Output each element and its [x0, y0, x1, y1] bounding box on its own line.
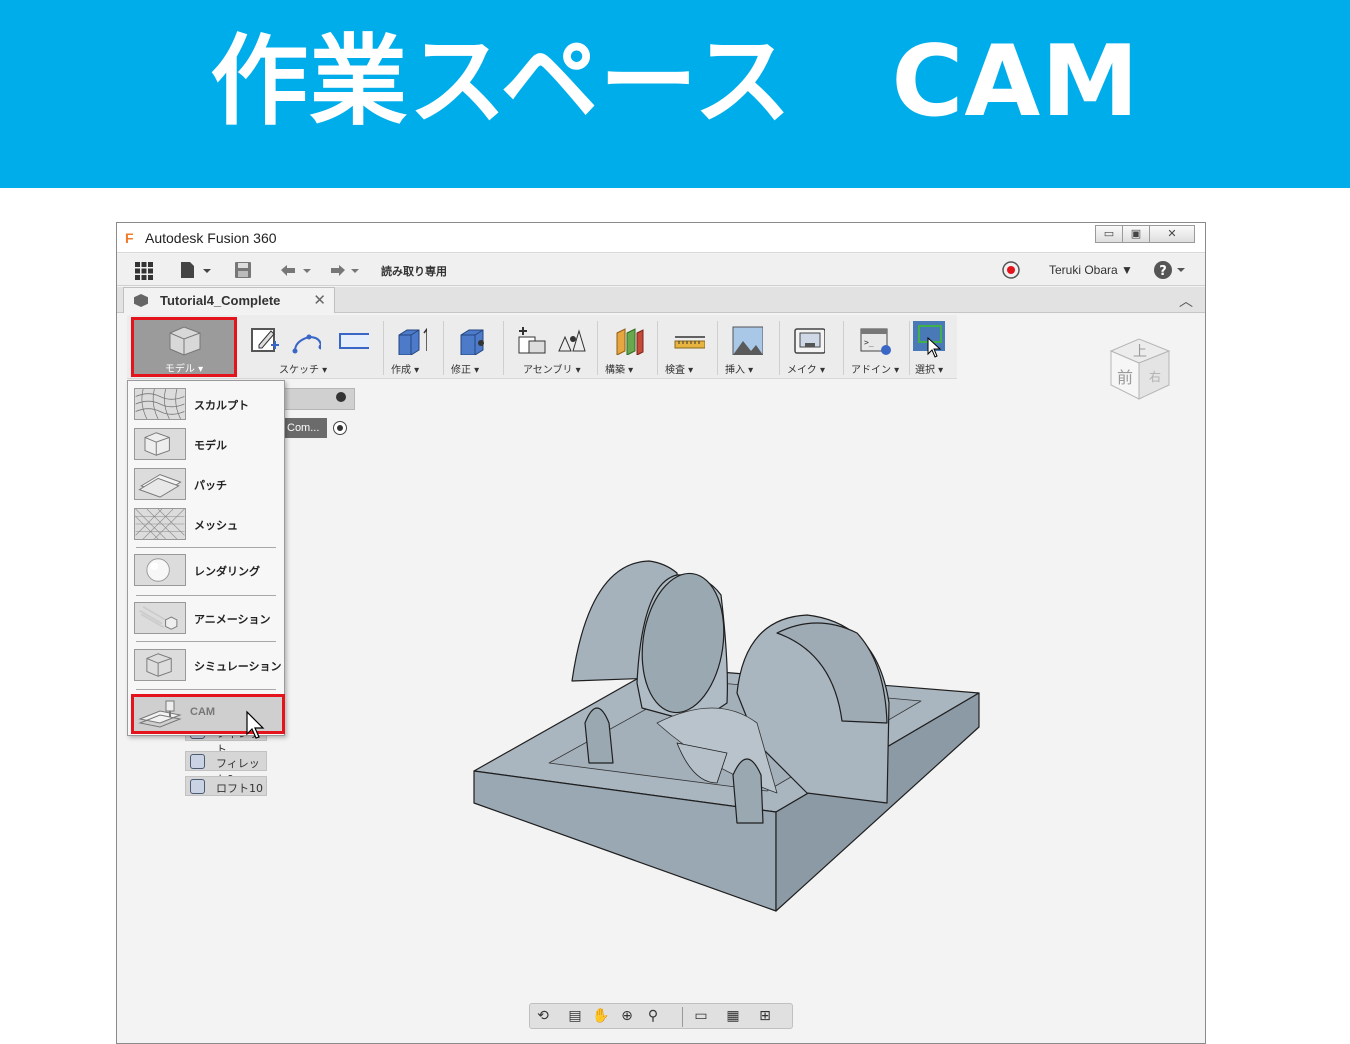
- workspace-simulation[interactable]: シミュレーション: [132, 646, 282, 684]
- mouse-pointer-icon: [246, 710, 265, 739]
- workspace-menu: スカルプト モデル パッチ メッシュ レンダリング アニメーション シミュレーシ…: [127, 380, 285, 736]
- patch-label: パッチ: [194, 479, 227, 492]
- fusion-window: F Autodesk Fusion 360 ▭ ▣ ✕ 読み取り専用 Teruk…: [116, 222, 1206, 1044]
- mesh-label: メッシュ: [194, 519, 238, 532]
- animation-icon: [134, 602, 186, 634]
- cam-label: CAM: [190, 706, 216, 718]
- simulation-icon: [134, 649, 186, 681]
- sculpt-icon: [134, 388, 186, 420]
- title-banner: 作業スペース CAM: [0, 0, 1350, 188]
- workspace-model[interactable]: モデル: [132, 425, 282, 463]
- menu-separator: [136, 595, 276, 596]
- menu-separator: [136, 689, 276, 690]
- fit-zoom-icon[interactable]: ⚲: [644, 1008, 662, 1024]
- grid-settings-icon[interactable]: ▦: [724, 1008, 742, 1024]
- render-icon: [134, 554, 186, 586]
- patch-icon: [134, 468, 186, 500]
- display-settings-icon[interactable]: ▭: [692, 1008, 710, 1024]
- pan-hand-icon[interactable]: ✋: [592, 1008, 610, 1024]
- model-label: モデル: [194, 439, 227, 452]
- model-icon: [134, 428, 186, 460]
- mesh-icon: [134, 508, 186, 540]
- orbit-icon[interactable]: ⟲: [534, 1008, 552, 1024]
- nav-separator: [682, 1007, 683, 1027]
- workspace-sculpt[interactable]: スカルプト: [132, 385, 282, 423]
- render-label: レンダリング: [194, 565, 260, 578]
- animation-label: アニメーション: [194, 613, 271, 626]
- workspace-patch[interactable]: パッチ: [132, 465, 282, 503]
- menu-separator: [136, 641, 276, 642]
- banner-title: 作業スペース CAM: [210, 25, 1140, 139]
- zoom-icon[interactable]: ⊕: [618, 1008, 636, 1024]
- look-at-icon[interactable]: ▤: [566, 1008, 584, 1024]
- menu-separator: [136, 547, 276, 548]
- cam-icon: [138, 700, 182, 728]
- workspace-animation[interactable]: アニメーション: [132, 599, 282, 637]
- sculpt-label: スカルプト: [194, 399, 249, 412]
- workspace-render[interactable]: レンダリング: [132, 551, 282, 589]
- viewports-icon[interactable]: ⊞: [756, 1008, 774, 1024]
- simulation-label: シミュレーション: [194, 660, 282, 673]
- navigation-bar: ⟲ ▤ ✋ ⊕ ⚲ ▭ ▦ ⊞: [529, 1003, 793, 1029]
- workspace-mesh[interactable]: メッシュ: [132, 505, 282, 543]
